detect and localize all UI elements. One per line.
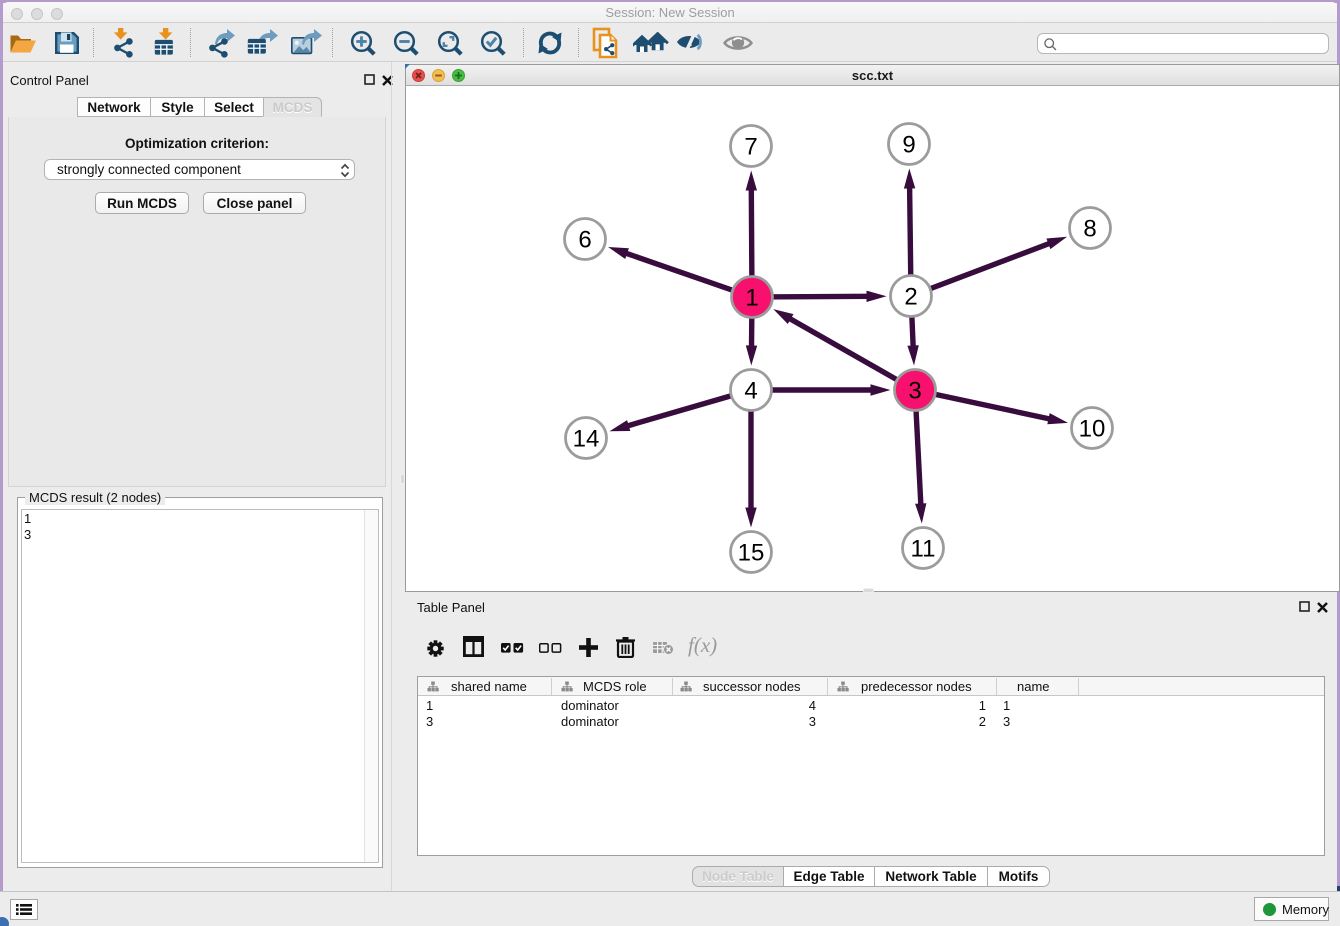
svg-text:2: 2 (904, 284, 917, 311)
svg-text:11: 11 (911, 536, 936, 563)
svg-text:3: 3 (908, 378, 921, 405)
svg-text:4: 4 (744, 378, 757, 405)
svg-text:10: 10 (1079, 416, 1106, 443)
svg-text:14: 14 (573, 426, 600, 453)
svg-text:7: 7 (744, 134, 757, 161)
svg-text:15: 15 (738, 540, 765, 567)
svg-text:9: 9 (902, 132, 915, 159)
svg-text:8: 8 (1083, 216, 1096, 243)
svg-text:1: 1 (745, 285, 758, 312)
svg-text:6: 6 (578, 227, 591, 254)
